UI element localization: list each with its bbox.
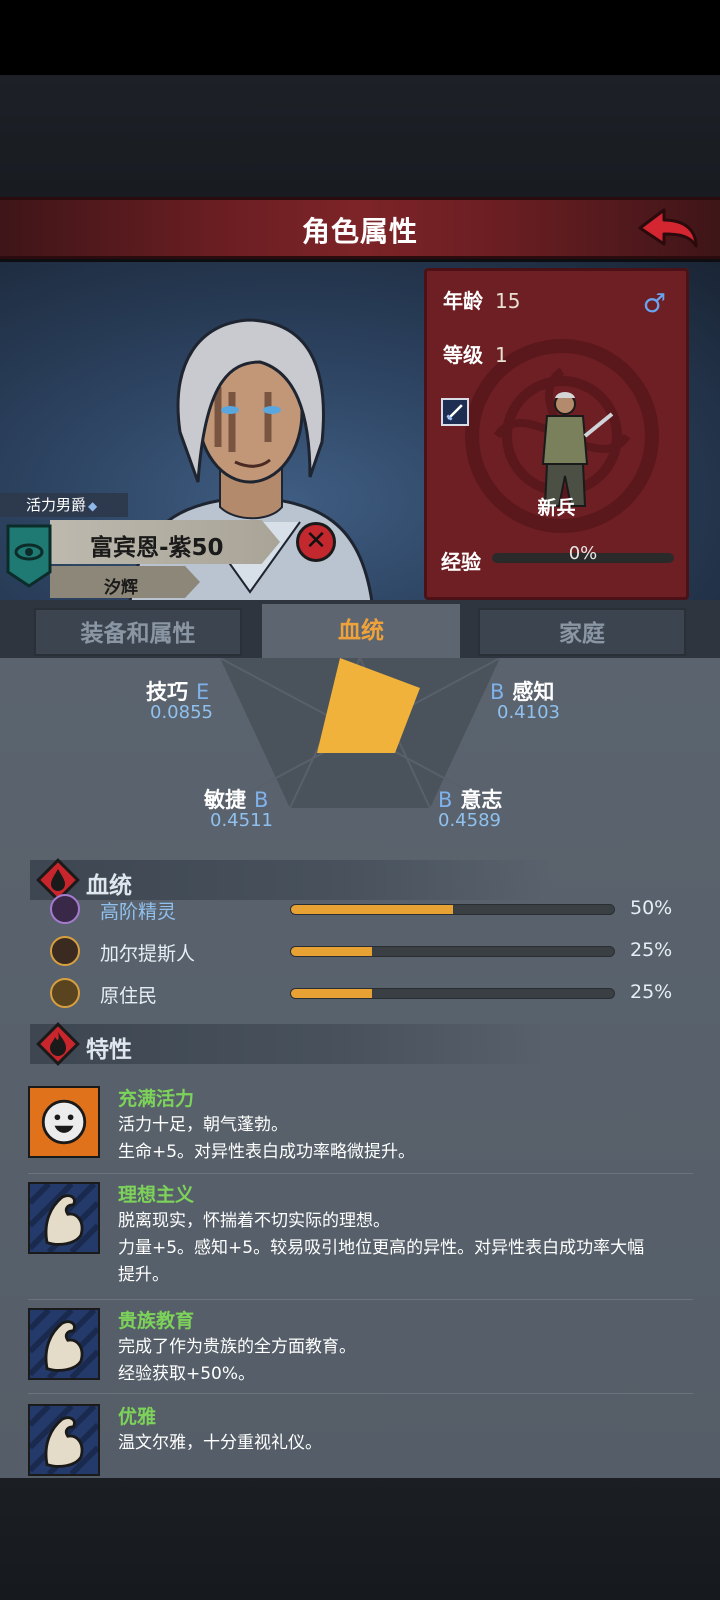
age-label: 年龄 <box>443 289 483 313</box>
flame-icon <box>36 1022 80 1066</box>
bottom-backdrop <box>0 1478 720 1600</box>
flex-arm-icon <box>28 1182 100 1254</box>
trait-name: 理想主义 <box>118 1184 195 1206</box>
lineage-row: 加尔提斯人 25% <box>50 936 690 968</box>
lineage-panel: 技巧 E 0.0855 B 感知 0.4103 敏捷 B 0.4511 B 意志 0.4… <box>0 658 720 1478</box>
status-bar <box>0 0 720 75</box>
trait-line: 力量+5。感知+5。较易吸引地位更高的异性。对异性表白成功率大幅 <box>118 1238 645 1258</box>
trait-name: 优雅 <box>118 1406 157 1428</box>
trait-line: 活力十足，朝气蓬勃。 <box>118 1115 288 1135</box>
exp-percent: 0% <box>568 543 598 564</box>
family-name: 汐辉 <box>104 578 138 598</box>
exp-label: 经验 <box>441 550 481 574</box>
male-icon: ♂ <box>642 289 666 319</box>
page-title: 角色属性 <box>301 215 418 248</box>
flex-arm-icon <box>28 1404 100 1476</box>
class-name: 新兵 <box>537 497 576 519</box>
trait-line: 经验获取+50%。 <box>118 1364 256 1384</box>
stat-skill-value: 0.0855 <box>150 702 213 723</box>
lineage-row: 原住民 25% <box>50 978 690 1010</box>
elf-icon <box>50 894 80 924</box>
lineage-bar-fill <box>291 905 453 914</box>
trait-description: 活力十足，朝气蓬勃。 生命+5。对异性表白成功率略微提升。 <box>118 1112 688 1166</box>
lineage-bar <box>290 946 615 957</box>
tab-bar: 装备和属性 血统 家庭 <box>0 600 720 658</box>
level-row: 等级 1 <box>443 339 508 368</box>
age-row: 年龄 15 <box>443 285 520 314</box>
stat-will-grade: B <box>438 788 453 812</box>
lineage-name: 原住民 <box>100 985 158 1007</box>
lineage-bar <box>290 904 615 915</box>
stat-perception-label: 感知 <box>512 680 555 704</box>
title-bar: 角色属性 <box>0 197 720 259</box>
lineage-row: 高阶精灵 50% <box>50 894 690 926</box>
stat-agility-grade: B <box>254 788 269 812</box>
trait-name: 贵族教育 <box>118 1310 195 1332</box>
trait-description: 完成了作为贵族的全方面教育。 经验获取+50%。 <box>118 1334 688 1388</box>
trait-item[interactable]: 优雅 温文尔雅，十分重视礼仪。 <box>28 1400 693 1478</box>
stat-agility-value: 0.4511 <box>210 810 273 831</box>
trait-line: 提升。 <box>118 1265 169 1285</box>
trait-description: 温文尔雅，十分重视礼仪。 <box>118 1430 688 1457</box>
eye-shield-icon <box>6 524 52 588</box>
lineage-bar <box>290 988 615 999</box>
trait-line: 完成了作为贵族的全方面教育。 <box>118 1337 356 1357</box>
lineage-name: 高阶精灵 <box>100 901 177 923</box>
tab-equipment[interactable]: 装备和属性 <box>34 608 242 656</box>
smiley-icon <box>28 1086 100 1158</box>
stat-skill-grade: E <box>196 680 210 704</box>
character-info-card: 年龄 15 ♂ 等级 1 新兵 经验 0% <box>424 268 689 600</box>
trait-item[interactable]: 充满活力 活力十足，朝气蓬勃。 生命+5。对异性表白成功率略微提升。 <box>28 1082 693 1174</box>
level-value: 1 <box>495 343 508 367</box>
lineage-name: 加尔提斯人 <box>100 943 196 965</box>
traits-section-title: 特性 <box>86 1037 132 1063</box>
title-badge-text: 活力男爵 <box>26 496 87 514</box>
character-name[interactable]: 富宾恩-紫50 <box>90 528 224 562</box>
crown-icon: ◆ <box>88 499 98 513</box>
stat-perception-value: 0.4103 <box>497 702 560 723</box>
trait-name: 充满活力 <box>118 1088 195 1110</box>
tab-lineage[interactable]: 血统 <box>262 604 460 658</box>
traits-section-header: 特性 <box>30 1022 550 1066</box>
trait-item[interactable]: 贵族教育 完成了作为贵族的全方面教育。 经验获取+50%。 <box>28 1304 693 1394</box>
sword-icon[interactable] <box>441 398 469 426</box>
back-arrow-icon[interactable] <box>634 206 702 256</box>
beast-icon <box>50 936 80 966</box>
lineage-percent: 25% <box>630 939 673 961</box>
trait-description: 脱离现实，怀揣着不切实际的理想。 力量+5。感知+5。较易吸引地位更高的异性。对… <box>118 1208 688 1289</box>
lineage-percent: 25% <box>630 981 673 1003</box>
leaf-icon <box>50 978 80 1008</box>
lineage-bar-fill <box>291 947 372 956</box>
lineage-bar-fill <box>291 989 372 998</box>
title-badge: 活力男爵 ◆ <box>0 493 128 517</box>
flex-arm-icon <box>28 1308 100 1380</box>
stat-skill-label: 技巧 <box>146 680 188 704</box>
stat-perception-grade: B <box>490 680 505 704</box>
trait-line: 脱离现实，怀揣着不切实际的理想。 <box>118 1211 390 1231</box>
top-backdrop <box>0 75 720 197</box>
stat-agility-label: 敏捷 <box>204 788 246 812</box>
stat-will-label: 意志 <box>460 788 503 812</box>
lineage-percent: 50% <box>630 897 673 919</box>
age-value: 15 <box>495 289 521 313</box>
stat-will-value: 0.4589 <box>438 810 501 831</box>
trait-line: 生命+5。对异性表白成功率略微提升。 <box>118 1142 416 1162</box>
tab-family[interactable]: 家庭 <box>478 608 686 656</box>
level-label: 等级 <box>443 343 483 367</box>
trait-item[interactable]: 理想主义 脱离现实，怀揣着不切实际的理想。 力量+5。感知+5。较易吸引地位更高… <box>28 1178 693 1300</box>
dismiss-button[interactable]: ✕ <box>296 522 336 562</box>
trait-line: 温文尔雅，十分重视礼仪。 <box>118 1433 322 1453</box>
